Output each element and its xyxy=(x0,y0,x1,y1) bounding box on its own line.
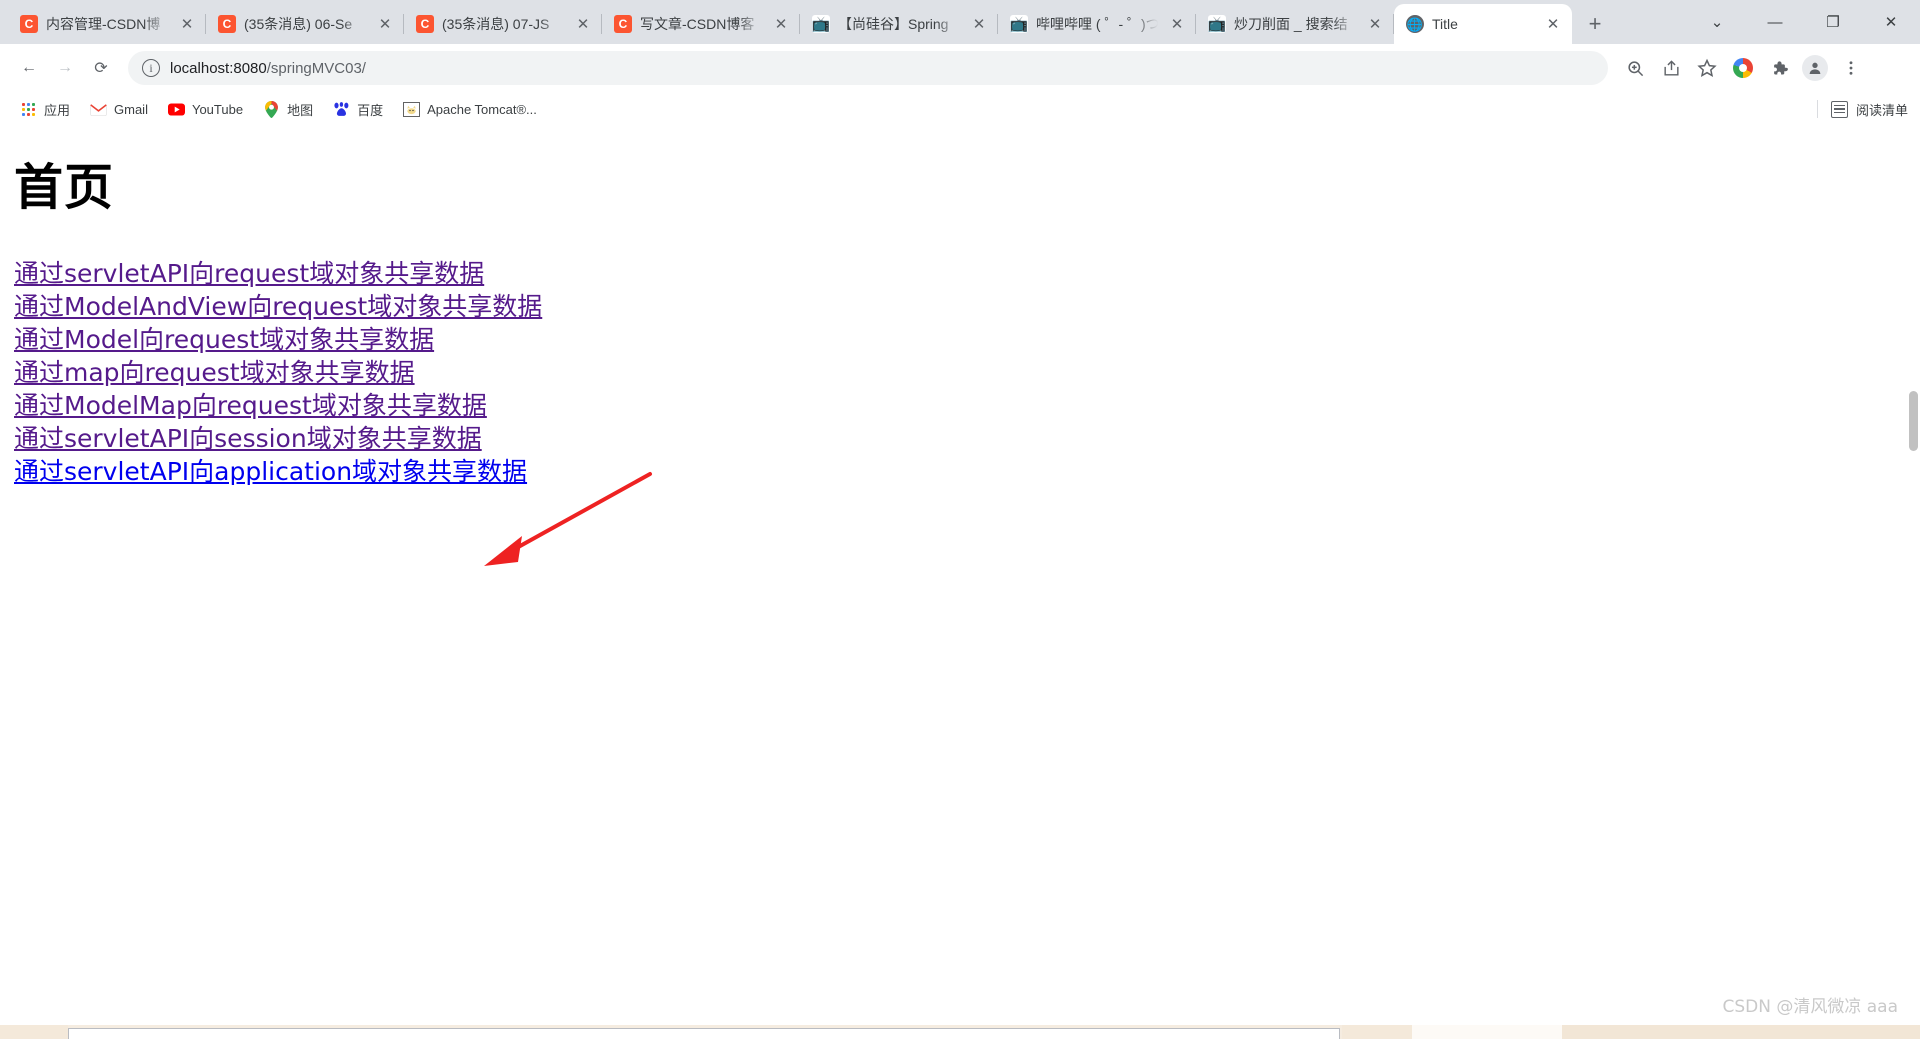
tab-title: 炒刀削面 _ 搜索结 xyxy=(1234,16,1348,32)
tab-close-button[interactable]: ✕ xyxy=(572,13,594,35)
back-button[interactable]: ← xyxy=(12,51,46,85)
bookmark-label: Apache Tomcat®... xyxy=(427,101,537,117)
scrollbar-thumb[interactable] xyxy=(1909,391,1918,451)
csdn-icon: C xyxy=(416,15,434,33)
tomcat-icon xyxy=(403,101,420,118)
page-title: 首页 xyxy=(14,159,115,216)
desktop-background-strip xyxy=(0,1025,1920,1039)
reading-list-label: 阅读清单 xyxy=(1855,102,1908,118)
tab-7-active[interactable]: 🌐 Title ✕ xyxy=(1394,4,1572,44)
tab-title: Title xyxy=(1432,16,1458,32)
watermark: CSDN @清风微凉 aaa xyxy=(1722,997,1898,1017)
tab-title: (35条消息) 07-JS xyxy=(442,16,550,32)
minimize-button[interactable]: — xyxy=(1746,0,1804,44)
bookmarks-bar: 应用 Gmail YouTube 地图 百度 Apache Tomcat®...… xyxy=(0,92,1920,126)
tab-title: 哔哩哔哩 ( ゜- ゜)つ xyxy=(1036,16,1158,32)
background-window-edge xyxy=(68,1028,1340,1039)
tab-close-button[interactable]: ✕ xyxy=(770,13,792,35)
link-servletapi-session[interactable]: 通过servletAPI向session域对象共享数据 xyxy=(14,422,482,455)
reading-list-button[interactable]: 阅读清单 xyxy=(1816,92,1908,126)
share-icon[interactable] xyxy=(1654,51,1688,85)
browser-toolbar: ← → ⟳ i localhost:8080/springMVC03/ xyxy=(0,44,1920,92)
bilibili-icon: 📺 xyxy=(1207,15,1227,33)
tab-close-button[interactable]: ✕ xyxy=(176,13,198,35)
avatar xyxy=(1802,55,1828,81)
bookmark-label: Gmail xyxy=(114,101,148,117)
toolbar-right-actions xyxy=(1618,51,1868,85)
link-servletapi-request[interactable]: 通过servletAPI向request域对象共享数据 xyxy=(14,257,484,290)
tab-title: (35条消息) 06-Se xyxy=(244,16,353,32)
tab-close-button[interactable]: ✕ xyxy=(968,13,990,35)
tab-6[interactable]: 📺 炒刀削面 _ 搜索结 ✕ xyxy=(1196,4,1394,44)
maximize-button[interactable]: ❐ xyxy=(1804,0,1862,44)
bookmark-label: YouTube xyxy=(191,101,244,117)
profile-avatar-icon[interactable] xyxy=(1798,51,1832,85)
tab-close-button[interactable]: ✕ xyxy=(1364,13,1386,35)
link-map-request[interactable]: 通过map向request域对象共享数据 xyxy=(14,356,415,389)
tab-close-button[interactable]: ✕ xyxy=(1166,13,1188,35)
forward-button[interactable]: → xyxy=(48,51,82,85)
tab-strip: C 内容管理-CSDN博 ✕ C (35条消息) 06-Se ✕ C (35条消… xyxy=(0,0,1920,44)
strip-segment-mid xyxy=(1342,1025,1412,1039)
baidu-icon xyxy=(333,101,350,118)
tab-title: 【尚硅谷】Spring xyxy=(838,16,949,32)
browser-window: C 内容管理-CSDN博 ✕ C (35条消息) 06-Se ✕ C (35条消… xyxy=(0,0,1920,1039)
tab-close-button[interactable]: ✕ xyxy=(1542,13,1564,35)
reload-button[interactable]: ⟳ xyxy=(84,51,118,85)
bookmark-maps[interactable]: 地图 xyxy=(255,96,321,123)
page-content: 首页 通过servletAPI向request域对象共享数据 通过ModelAn… xyxy=(0,126,1920,1039)
apps-grid-icon xyxy=(20,101,37,118)
url-path: /springMVC03/ xyxy=(266,59,366,77)
strip-segment-light xyxy=(1412,1025,1562,1039)
tab-0[interactable]: C 内容管理-CSDN博 ✕ xyxy=(8,4,206,44)
bookmark-youtube[interactable]: YouTube xyxy=(160,97,251,122)
gmail-icon xyxy=(90,101,107,118)
tab-search-chevron-down-icon[interactable]: ⌄ xyxy=(1688,0,1746,44)
page-scrollbar[interactable] xyxy=(1905,126,1920,1039)
tab-4[interactable]: 📺 【尚硅谷】Spring ✕ xyxy=(800,4,998,44)
link-modelmap-request[interactable]: 通过ModelMap向request域对象共享数据 xyxy=(14,389,487,422)
url-host: localhost:8080 xyxy=(170,59,267,77)
bookmark-label: 百度 xyxy=(357,102,384,118)
tab-1[interactable]: C (35条消息) 06-Se ✕ xyxy=(206,4,404,44)
tab-2[interactable]: C (35条消息) 07-JS ✕ xyxy=(404,4,602,44)
bilibili-icon: 📺 xyxy=(811,15,831,33)
bilibili-icon: 📺 xyxy=(1009,15,1029,33)
extensions-puzzle-icon[interactable] xyxy=(1762,51,1796,85)
new-tab-button[interactable]: + xyxy=(1578,7,1612,41)
browser-menu-icon[interactable] xyxy=(1834,51,1868,85)
site-info-icon[interactable]: i xyxy=(142,59,160,77)
tab-3[interactable]: C 写文章-CSDN博客 ✕ xyxy=(602,4,800,44)
zoom-icon[interactable] xyxy=(1618,51,1652,85)
csdn-icon: C xyxy=(20,15,38,33)
bookmark-baidu[interactable]: 百度 xyxy=(325,96,391,123)
globe-icon: 🌐 xyxy=(1406,15,1424,33)
bookmark-tomcat[interactable]: Apache Tomcat®... xyxy=(395,97,545,122)
tab-close-button[interactable]: ✕ xyxy=(374,13,396,35)
csdn-icon: C xyxy=(218,15,236,33)
bookmark-label: 地图 xyxy=(287,102,314,118)
bookmark-star-icon[interactable] xyxy=(1690,51,1724,85)
strip-segment-right xyxy=(1562,1025,1920,1039)
link-list: 通过servletAPI向request域对象共享数据 通过ModelAndVi… xyxy=(0,219,1920,488)
bookmark-label: 应用 xyxy=(44,102,71,118)
youtube-icon xyxy=(167,101,185,118)
strip-segment-left xyxy=(0,1025,68,1039)
tab-title: 写文章-CSDN博客 xyxy=(640,16,755,32)
tab-5[interactable]: 📺 哔哩哔哩 ( ゜- ゜)つ ✕ xyxy=(998,4,1196,44)
close-window-button[interactable]: ✕ xyxy=(1862,0,1920,44)
chrome-profile-logo[interactable] xyxy=(1726,51,1760,85)
reading-list-icon xyxy=(1830,100,1848,118)
bookmark-apps[interactable]: 应用 xyxy=(12,96,78,123)
address-bar-url: localhost:8080/springMVC03/ xyxy=(170,60,366,77)
link-servletapi-application[interactable]: 通过servletAPI向application域对象共享数据 xyxy=(14,455,527,488)
link-modelandview-request[interactable]: 通过ModelAndView向request域对象共享数据 xyxy=(14,290,542,323)
link-model-request[interactable]: 通过Model向request域对象共享数据 xyxy=(14,323,434,356)
window-controls: ⌄ — ❐ ✕ xyxy=(1688,0,1920,44)
tab-title: 内容管理-CSDN博 xyxy=(46,16,161,32)
address-bar[interactable]: i localhost:8080/springMVC03/ xyxy=(128,51,1608,85)
csdn-icon: C xyxy=(614,15,632,33)
bookmark-gmail[interactable]: Gmail xyxy=(82,97,156,122)
google-maps-icon xyxy=(263,100,280,118)
